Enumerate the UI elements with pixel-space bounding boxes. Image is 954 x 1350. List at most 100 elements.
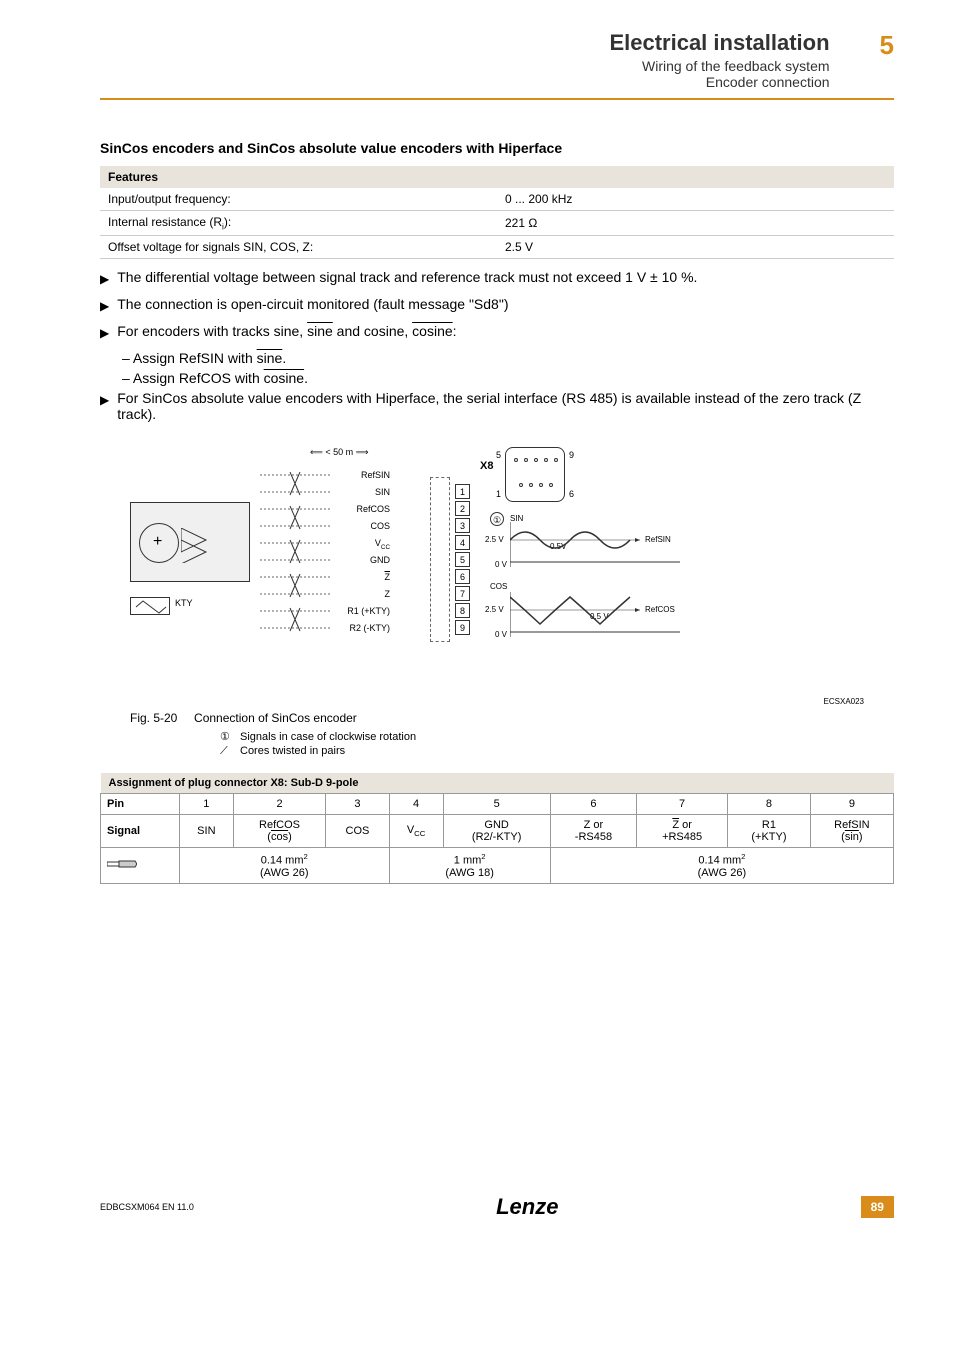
signal-label: COS <box>330 521 390 531</box>
signal-label: SIN <box>330 487 390 497</box>
pin-number: 7 <box>455 586 470 601</box>
sine-wave-icon <box>510 522 680 567</box>
signal-label: RefSIN <box>330 470 390 480</box>
bullet-list: ▶ The differential voltage between signa… <box>100 269 894 422</box>
feature-label: Offset voltage for signals SIN, COS, Z: <box>100 236 497 259</box>
bullet-marker-icon: ▶ <box>100 272 109 286</box>
shield-box-icon <box>430 477 450 642</box>
bullet-marker-icon: ▶ <box>100 299 109 313</box>
pin-cell: 2 <box>233 794 326 815</box>
waveform-area: ① SIN 2.5 V 0 V 0.5V RefSIN COS 2.5 V 0 … <box>490 512 690 642</box>
pin-cell: 4 <box>389 794 443 815</box>
signal-cell: Z or+RS485 <box>637 815 728 848</box>
wave-label: 2.5 V <box>485 605 504 614</box>
page-number: 89 <box>861 1196 894 1218</box>
bullet-text: For SinCos absolute value encoders with … <box>117 390 894 422</box>
bullet-item: ▶ For encoders with tracks sine, sine an… <box>100 323 894 340</box>
features-header: Features <box>100 166 894 188</box>
figure-code: ECSXA023 <box>100 697 864 706</box>
connector-label: X8 <box>480 460 493 472</box>
page-header: Electrical installation Wiring of the fe… <box>100 30 894 90</box>
pin-row-label: Pin <box>101 794 180 815</box>
table-row: 0.14 mm2(AWG 26) 1 mm2(AWG 18) 0.14 mm2(… <box>101 848 894 884</box>
feature-label: Input/output frequency: <box>100 188 497 211</box>
wave-label: 2.5 V <box>485 535 504 544</box>
bullet-item: ▶ The differential voltage between signa… <box>100 269 894 286</box>
signal-row-label: Signal <box>101 815 180 848</box>
pin-cell: 9 <box>810 794 893 815</box>
bullet-marker-icon: ▶ <box>100 393 109 407</box>
sub-d-connector-icon: 5 9 1 6 <box>505 447 565 502</box>
amp-icon <box>181 528 241 563</box>
ferrule-icon <box>107 859 137 869</box>
section-title: SinCos encoders and SinCos absolute valu… <box>100 140 894 156</box>
clockwise-marker-icon: ① <box>490 512 504 526</box>
header-subtitle-1: Wiring of the feedback system <box>609 58 829 74</box>
header-title: Electrical installation <box>609 30 829 56</box>
signal-cell: Z or-RS458 <box>550 815 636 848</box>
wire-cell: 0.14 mm2(AWG 26) <box>550 848 893 884</box>
bullet-item: ▶ The connection is open-circuit monitor… <box>100 296 894 313</box>
signal-label: RefCOS <box>330 504 390 514</box>
pin-cell: 1 <box>179 794 233 815</box>
table-row: Signal SIN RefCOS(cos) COS VCC GND(R2/-K… <box>101 815 894 848</box>
pin-table-header: Assignment of plug connector X8: Sub-D 9… <box>101 773 894 794</box>
chapter-number: 5 <box>880 30 894 61</box>
clockwise-marker-icon: ① <box>220 730 240 743</box>
feature-value: 0 ... 200 kHz <box>497 188 894 211</box>
pin-cell: 8 <box>728 794 811 815</box>
sub-bullet: – Assign RefCOS with cosine. <box>122 370 894 386</box>
header-divider <box>100 98 894 100</box>
bullet-marker-icon: ▶ <box>100 326 109 340</box>
pin-cell: 5 <box>443 794 550 815</box>
wave-label: COS <box>490 582 507 591</box>
pin-number: 2 <box>455 501 470 516</box>
wiring-diagram: + KTY ⟸ < 50 m ⟹ RefSIN SIN RefCOS COS V… <box>130 442 730 692</box>
table-row: Input/output frequency: 0 ... 200 kHz <box>100 188 894 211</box>
features-table: Features Input/output frequency: 0 ... 2… <box>100 166 894 259</box>
signal-cell: R1(+KTY) <box>728 815 811 848</box>
signal-label: R2 (-KTY) <box>330 623 390 633</box>
signal-label: GND <box>330 555 390 565</box>
bullet-text: The connection is open-circuit monitored… <box>117 296 508 312</box>
signal-cell: RefSIN(sin) <box>810 815 893 848</box>
feature-label: Internal resistance (Ri): <box>100 211 497 236</box>
signal-cell: VCC <box>389 815 443 848</box>
pin-number: 9 <box>455 620 470 635</box>
signal-cell: GND(R2/-KTY) <box>443 815 550 848</box>
signal-label: VCC <box>330 538 390 551</box>
page-footer: EDBCSXM064 EN 11.0 Lenze 89 <box>0 1174 954 1240</box>
feature-value: 2.5 V <box>497 236 894 259</box>
signal-cell: SIN <box>179 815 233 848</box>
signal-cell: COS <box>326 815 389 848</box>
cable-length-label: ⟸ < 50 m ⟹ <box>310 447 369 458</box>
signal-label: Z <box>330 589 390 599</box>
table-row: Pin 1 2 3 4 5 6 7 8 9 <box>101 794 894 815</box>
signal-label: Z <box>330 572 390 582</box>
pin-cell: 3 <box>326 794 389 815</box>
pin-number: 6 <box>455 569 470 584</box>
kty-sensor-icon <box>130 597 170 615</box>
pin-number: 1 <box>455 484 470 499</box>
lenze-logo: Lenze <box>496 1194 558 1220</box>
header-subtitle-2: Encoder connection <box>609 74 829 90</box>
ferrule-icon-cell <box>101 848 180 884</box>
wave-label: 0 V <box>495 630 507 639</box>
sub-bullet: – Assign RefSIN with sine. <box>122 350 894 366</box>
figure-caption: Fig. 5-20 Connection of SinCos encoder <box>130 711 894 725</box>
pin-number: 3 <box>455 518 470 533</box>
wave-label: 0 V <box>495 560 507 569</box>
signal-label: R1 (+KTY) <box>330 606 390 616</box>
bullet-item: ▶ For SinCos absolute value encoders wit… <box>100 390 894 422</box>
twisted-pairs-icon <box>260 472 330 637</box>
encoder-box: + <box>130 502 250 582</box>
document-id: EDBCSXM064 EN 11.0 <box>100 1202 194 1212</box>
table-row: Internal resistance (Ri): 221 Ω <box>100 211 894 236</box>
pin-cell: 7 <box>637 794 728 815</box>
wire-cell: 0.14 mm2(AWG 26) <box>179 848 389 884</box>
pin-assignment-table: Assignment of plug connector X8: Sub-D 9… <box>100 773 894 884</box>
bullet-text: For encoders with tracks sine, sine and … <box>117 323 456 339</box>
bullet-text: The differential voltage between signal … <box>117 269 697 285</box>
kty-label: KTY <box>175 598 193 608</box>
pin-number: 8 <box>455 603 470 618</box>
